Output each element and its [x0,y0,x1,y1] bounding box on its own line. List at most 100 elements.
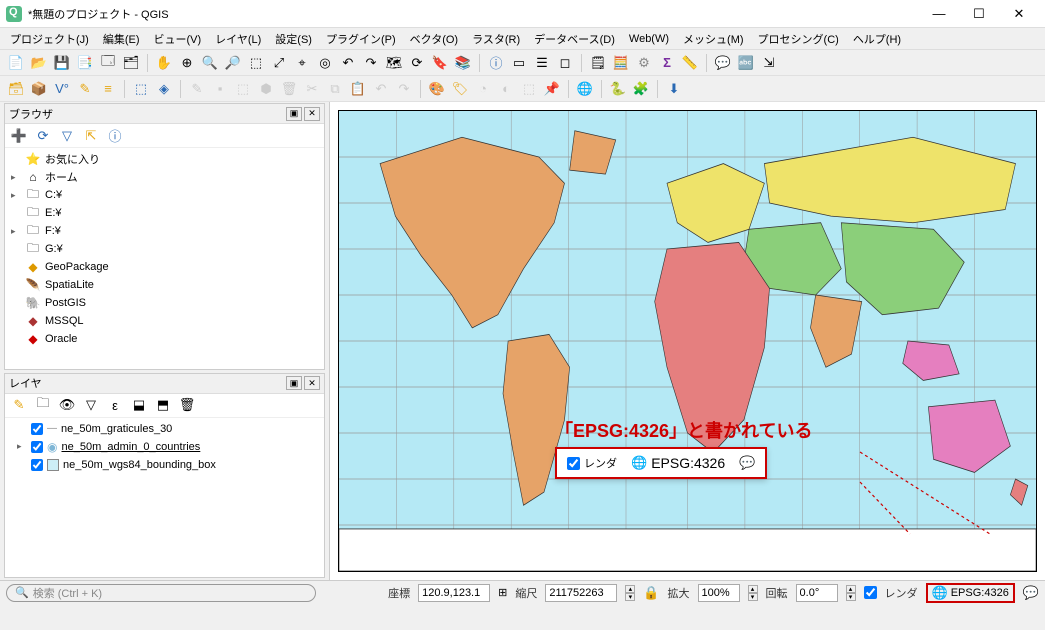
new-spatialite-icon[interactable]: ◈ [154,79,174,99]
layout-icon[interactable]: 🗔 [98,53,118,73]
field-calc-icon[interactable]: 🧮 [611,53,631,73]
copy-icon[interactable]: ⧉ [325,79,345,99]
expand-all-icon[interactable]: ⬓ [129,395,149,415]
layers-panel-header[interactable]: レイヤ ▣ ✕ [5,374,324,394]
maximize-button[interactable]: ☐ [959,1,999,27]
refresh-icon[interactable]: ⟳ [407,53,427,73]
layer-item-bounding-box[interactable]: ne_50m_wgs84_bounding_box [7,456,322,474]
new-bookmark-icon[interactable]: 🔖 [430,53,450,73]
render-checkbox[interactable] [567,457,580,470]
menu-processing[interactable]: プロセシング(C) [752,29,845,49]
magnifier-spinner[interactable]: ▴▾ [748,585,758,601]
python-console-icon[interactable]: 🐍 [608,79,628,99]
label-icon[interactable]: 🏷 [450,79,470,99]
add-vector-icon[interactable]: V° [52,79,72,99]
coord-input[interactable] [418,584,490,602]
open-data-source-icon[interactable]: 🗃 [6,79,26,99]
zoom-out-icon[interactable]: 🔎 [223,53,243,73]
rotation-spinner[interactable]: ▴▾ [846,585,856,601]
deselect-icon[interactable]: ◻ [555,53,575,73]
node-tool-icon[interactable]: ⬢ [256,79,276,99]
rotation-input[interactable] [796,584,838,602]
browser-item-drive-f[interactable]: ▸🗀F:¥ [7,222,322,240]
menu-mesh[interactable]: メッシュ(M) [677,29,750,49]
undo-icon[interactable]: ↶ [371,79,391,99]
toggle-editing-icon[interactable]: ✎ [75,79,95,99]
zoom-next-icon[interactable]: ↷ [361,53,381,73]
browser-item-home[interactable]: ▸⌂ホーム [7,168,322,186]
panel-close-button[interactable]: ✕ [304,107,320,121]
identify-icon[interactable]: ⓘ [486,53,506,73]
select-by-value-icon[interactable]: ☰ [532,53,552,73]
diagram-icon[interactable]: ◔ [473,79,493,99]
remove-layer-icon[interactable]: 🗑 [177,395,197,415]
browser-item-geopackage[interactable]: ◆GeoPackage [7,258,322,276]
browser-item-mssql[interactable]: ◆MSSQL [7,312,322,330]
menu-raster[interactable]: ラスタ(R) [466,29,526,49]
layout-manager-icon[interactable]: 🗂 [121,53,141,73]
move-feature-icon[interactable]: ⬚ [233,79,253,99]
crs-button[interactable]: 🌐 EPSG:4326 [926,583,1015,603]
statistics-icon[interactable]: Σ [657,53,677,73]
label-rule-icon[interactable]: ◐ [496,79,516,99]
menu-edit[interactable]: 編集(E) [97,29,146,49]
map-canvas[interactable] [338,110,1037,572]
pan-to-selection-icon[interactable]: ⊕ [177,53,197,73]
scale-input[interactable] [545,584,617,602]
menu-database[interactable]: データベース(D) [528,29,621,49]
open-project-icon[interactable]: 📂 [29,53,49,73]
new-map-icon[interactable]: 🗺 [384,53,404,73]
menu-help[interactable]: ヘルプ(H) [847,29,907,49]
add-feature-icon[interactable]: ▪ [210,79,230,99]
style-manager-icon[interactable]: 🎨 [427,79,447,99]
select-icon[interactable]: ▭ [509,53,529,73]
style-icon[interactable]: ✎ [9,395,29,415]
zoom-layer-icon[interactable]: ◎ [315,53,335,73]
browser-item-spatialite[interactable]: 🪶SpatiaLite [7,276,322,294]
menu-vector[interactable]: ベクタ(O) [404,29,464,49]
new-shapefile-icon[interactable]: ⬚ [131,79,151,99]
layer-visibility-checkbox[interactable] [31,459,43,471]
menu-plugin[interactable]: プラグイン(P) [320,29,402,49]
messages-button[interactable]: 💬 [1023,585,1039,601]
browser-tree[interactable]: ⭐お気に入り ▸⌂ホーム ▸🗀C:¥ 🗀E:¥ ▸🗀F:¥ 🗀G:¥ ◆GeoP… [5,148,324,369]
filter-browser-icon[interactable]: ▽ [57,126,77,146]
render-checkbox[interactable] [864,586,877,599]
pan-icon[interactable]: ✋ [154,53,174,73]
menu-web[interactable]: Web(W) [623,31,675,47]
manage-visibility-icon[interactable]: 👁 [57,395,77,415]
browser-item-oracle[interactable]: ◆Oracle [7,330,322,348]
panel-close-button[interactable]: ✕ [304,376,320,390]
nudge-icon[interactable]: ⇲ [759,53,779,73]
filter-legend-icon[interactable]: ▽ [81,395,101,415]
annotation-icon[interactable]: 🔤 [736,53,756,73]
lock-icon[interactable]: 🔒 [643,585,659,601]
save-edits-icon[interactable]: ≡ [98,79,118,99]
paste-icon[interactable]: 📋 [348,79,368,99]
panel-undock-button[interactable]: ▣ [286,376,302,390]
browser-item-drive-c[interactable]: ▸🗀C:¥ [7,186,322,204]
open-table-icon[interactable]: 🗒 [588,53,608,73]
browser-item-favorites[interactable]: ⭐お気に入り [7,150,322,168]
locator-search[interactable]: 🔍 検索 (Ctrl + K) [6,584,316,602]
browser-item-postgis[interactable]: 🐘PostGIS [7,294,322,312]
show-bookmarks-icon[interactable]: 📚 [453,53,473,73]
zoom-native-icon[interactable]: ⬚ [246,53,266,73]
measure-icon[interactable]: 📏 [680,53,700,73]
menu-project[interactable]: プロジェクト(J) [4,29,95,49]
add-layer-icon[interactable]: ➕ [9,126,29,146]
zoom-full-icon[interactable]: ⤢ [269,53,289,73]
collapse-all-icon[interactable]: ⬒ [153,395,173,415]
layer-item-graticules[interactable]: — ne_50m_graticules_30 [7,420,322,438]
zoom-last-icon[interactable]: ↶ [338,53,358,73]
message-icon[interactable]: 💬 [739,455,755,471]
minimize-button[interactable]: — [919,1,959,27]
add-group-icon[interactable]: 🗀 [33,395,53,415]
close-button[interactable]: ✕ [999,1,1039,27]
current-edits-icon[interactable]: ✎ [187,79,207,99]
extents-toggle-icon[interactable]: ⊞ [498,586,507,599]
magnifier-input[interactable] [698,584,740,602]
collapse-all-icon[interactable]: ⇱ [81,126,101,146]
browser-item-drive-g[interactable]: 🗀G:¥ [7,240,322,258]
properties-icon[interactable]: ⓘ [105,126,125,146]
